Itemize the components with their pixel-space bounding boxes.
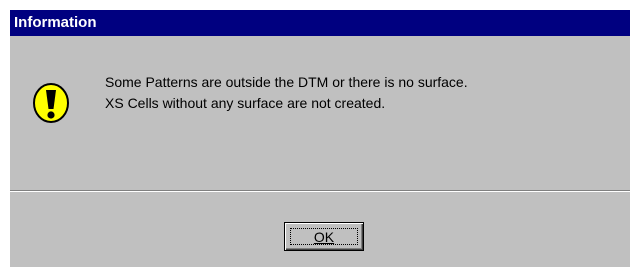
ok-button-label: OK bbox=[313, 228, 335, 245]
message-text: Some Patterns are outside the DTM or the… bbox=[105, 72, 468, 114]
ok-button[interactable]: OK bbox=[284, 222, 364, 251]
message-line-1: Some Patterns are outside the DTM or the… bbox=[105, 74, 468, 90]
message-line-2: XS Cells without any surface are not cre… bbox=[105, 95, 386, 111]
focus-rect: OK bbox=[290, 228, 358, 245]
information-dialog: Information Some Patterns are outside th… bbox=[8, 8, 630, 267]
dialog-title: Information bbox=[10, 10, 630, 36]
warning-exclamation-icon bbox=[33, 83, 69, 123]
separator bbox=[10, 190, 630, 192]
